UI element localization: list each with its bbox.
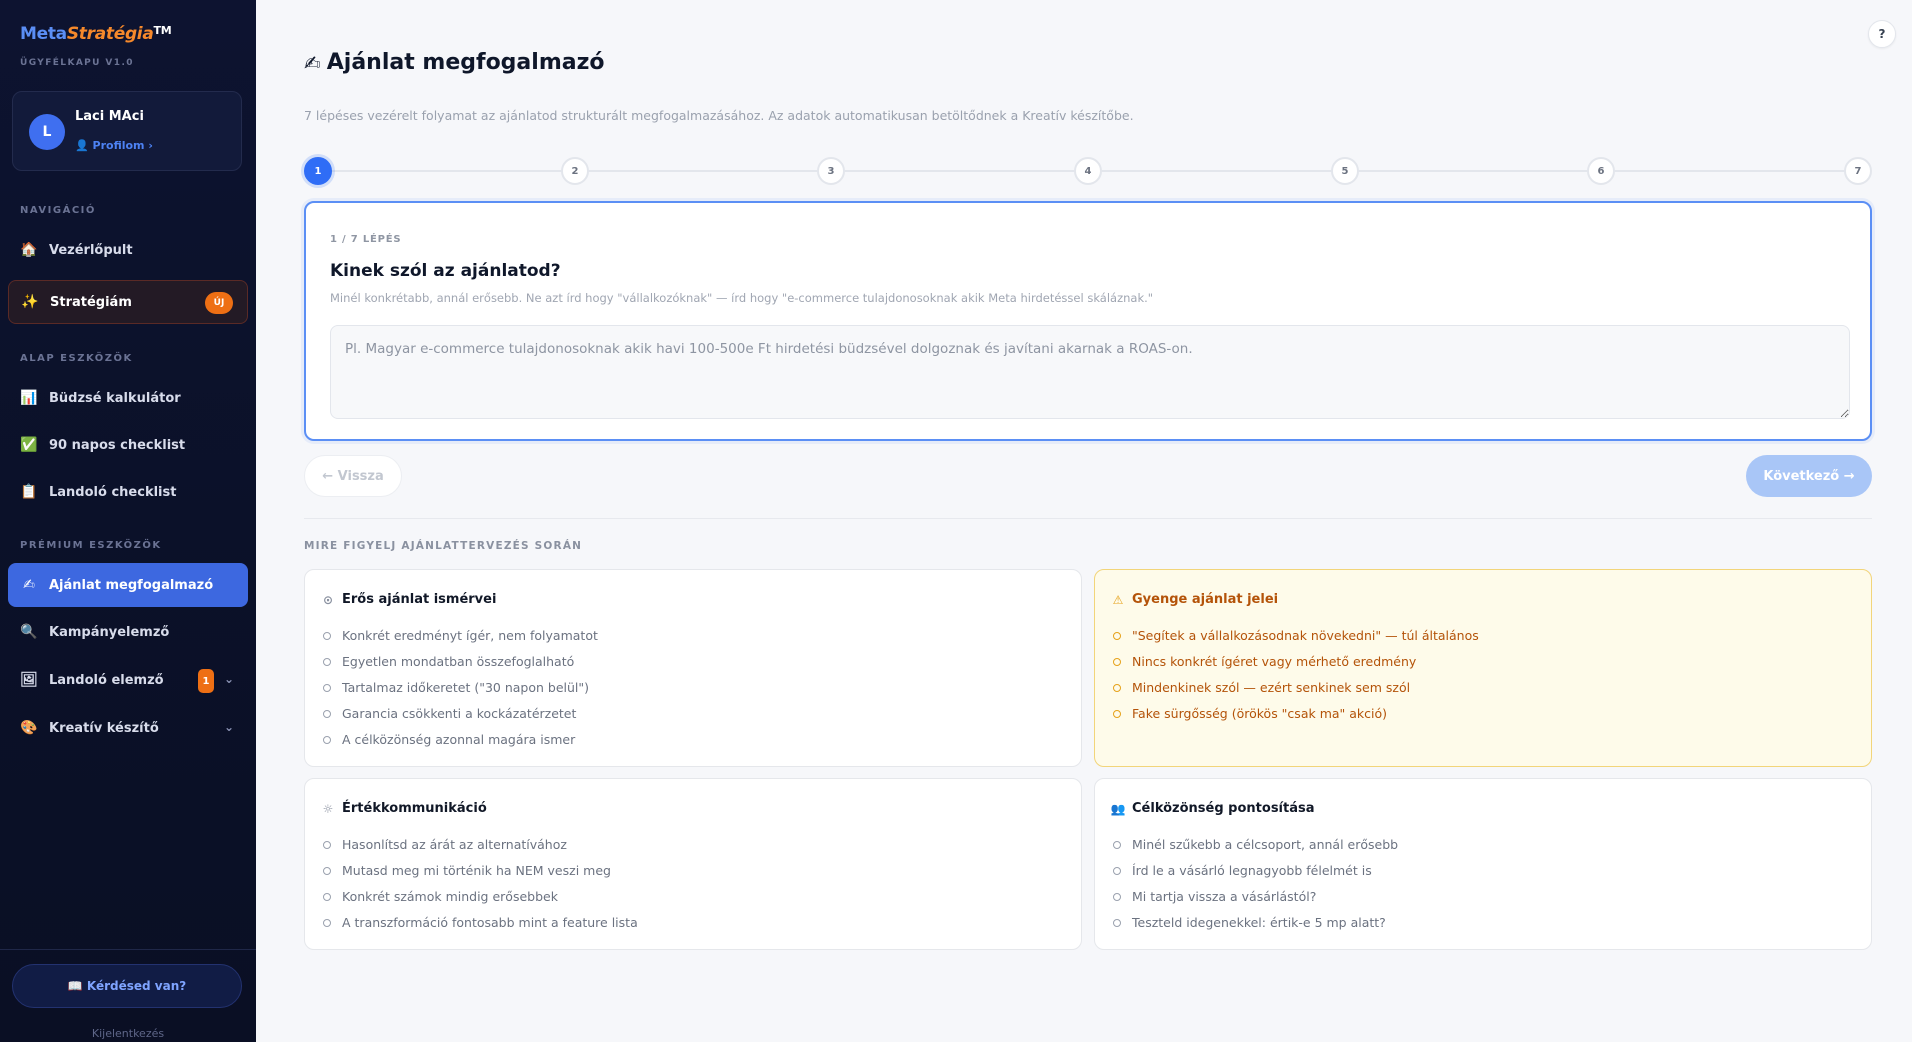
tip-card-audience: 👥 Célközönség pontosítása Minél szűkebb …	[1094, 778, 1872, 950]
list-item: Mi tartja vissza a vásárlástól?	[1113, 884, 1398, 910]
step-5[interactable]: 5	[1331, 157, 1359, 185]
main-content: ? ✍ Ajánlat megfogalmazó 7 lépéses vezér…	[256, 0, 1912, 1042]
tip-card-title: Célközönség pontosítása	[1132, 801, 1315, 816]
sidebar-item-landolo-checklist[interactable]: 📋 Landoló checklist	[8, 470, 248, 514]
sidebar-divider	[0, 949, 256, 950]
magnifier-icon: 🔍	[20, 624, 38, 640]
step-card: 1 / 7 LÉPÉS Kinek szól az ajánlatod? Min…	[304, 201, 1872, 441]
audience-textarea[interactable]	[330, 325, 1850, 419]
list-item: Hasonlítsd az árát az alternatívához	[323, 832, 638, 858]
tip-list: Konkrét eredményt ígér, nem folyamatot E…	[323, 623, 598, 753]
alap-section-label: ALAP ESZKÖZÖK	[20, 353, 133, 364]
stepper: 1 2 3 4 5 6 7	[304, 157, 1872, 185]
checkmark-icon: ✅	[20, 437, 38, 453]
writing-hand-icon: ✍	[304, 50, 321, 75]
tip-card-title: Gyenge ajánlat jelei	[1132, 592, 1279, 607]
picture-icon: 🖼	[20, 672, 38, 688]
list-item: Mindenkinek szól — ezért senkinek sem sz…	[1113, 675, 1479, 701]
sidebar-item-kreativ-keszito[interactable]: 🎨 Kreatív készítő ⌄	[8, 706, 248, 750]
user-card: L Laci MAci 👤 Profilom ›	[12, 91, 242, 171]
help-question-button[interactable]: 📖 Kérdésed van?	[12, 964, 242, 1008]
page-title: ✍ Ajánlat megfogalmazó	[304, 50, 605, 75]
list-item: Tartalmaz időkeretet ("30 napon belül")	[323, 675, 598, 701]
lightbulb-icon: ☼	[322, 801, 334, 816]
step-question: Kinek szól az ajánlatod?	[330, 261, 561, 281]
brand-logo[interactable]: MetaStratégiaTM	[20, 24, 172, 44]
step-2[interactable]: 2	[561, 157, 589, 185]
tip-card-title: Erős ajánlat ismérvei	[342, 592, 497, 607]
step-1[interactable]: 1	[304, 157, 332, 185]
count-badge: 1	[198, 669, 214, 693]
list-item: Teszteld idegenekkel: értik-e 5 mp alatt…	[1113, 910, 1398, 936]
check-circle-icon: ⊙	[322, 592, 334, 607]
list-item: Mutasd meg mi történik ha NEM veszi meg	[323, 858, 638, 884]
warning-icon: ⚠	[1112, 592, 1124, 607]
sidebar-item-90-napos-checklist[interactable]: ✅ 90 napos checklist	[8, 423, 248, 467]
sidebar-item-budzse-kalkulator[interactable]: 📊 Büdzsé kalkulátor	[8, 376, 248, 420]
nav-section-label: NAVIGÁCIÓ	[20, 205, 96, 216]
chevron-down-icon[interactable]: ⌄	[224, 672, 234, 686]
section-divider	[304, 518, 1872, 519]
list-item: A transzformáció fontosabb mint a featur…	[323, 910, 638, 936]
sidebar: MetaStratégiaTM ÜGYFÉLKAPU V1.0 L Laci M…	[0, 0, 256, 1042]
step-counter: 1 / 7 LÉPÉS	[330, 234, 402, 245]
list-item: "Segítek a vállalkozásodnak növekedni" —…	[1113, 623, 1479, 649]
tip-card-value-communication: ☼ Értékkommunikáció Hasonlítsd az árát a…	[304, 778, 1082, 950]
brand-subtitle: ÜGYFÉLKAPU V1.0	[20, 58, 134, 68]
sidebar-item-landolo-elemzo[interactable]: 🖼 Landoló elemző 1 ⌄	[8, 658, 248, 702]
tip-card-title: Értékkommunikáció	[342, 801, 487, 816]
tip-list: Minél szűkebb a célcsoport, annál erőseb…	[1113, 832, 1398, 936]
step-6[interactable]: 6	[1587, 157, 1615, 185]
home-icon: 🏠	[20, 242, 38, 258]
writing-hand-icon: ✍	[23, 577, 35, 593]
sidebar-item-kampanyelemzo[interactable]: 🔍 Kampányelemző	[8, 610, 248, 654]
list-item: Garancia csökkenti a kockázatérzetet	[323, 701, 598, 727]
list-item: Fake sürgősség (örökös "csak ma" akció)	[1113, 701, 1479, 727]
step-hint: Minél konkrétabb, annál erősebb. Ne azt …	[330, 291, 1154, 305]
list-item: A célközönség azonnal magára ismer	[323, 727, 598, 753]
tip-list: "Segítek a vállalkozásodnak növekedni" —…	[1113, 623, 1479, 727]
chevron-down-icon[interactable]: ⌄	[224, 720, 234, 734]
tip-card-strong-offer: ⊙ Erős ajánlat ismérvei Konkrét eredmény…	[304, 569, 1082, 767]
sidebar-item-strategiam[interactable]: ✨ Stratégiám ÚJ	[8, 280, 248, 324]
users-icon: 👥	[1110, 801, 1126, 816]
user-name: Laci MAci	[75, 109, 144, 124]
sidebar-item-vezerlopult[interactable]: 🏠 Vezérlőpult	[8, 228, 248, 272]
sidebar-item-ajanlat-megfogalmazo[interactable]: ✍ Ajánlat megfogalmazó	[8, 563, 248, 607]
avatar: L	[29, 114, 65, 150]
chart-icon: 📊	[20, 390, 38, 406]
new-badge: ÚJ	[205, 292, 233, 314]
next-button[interactable]: Következő →	[1746, 455, 1872, 497]
page-subtitle: 7 lépéses vezérelt folyamat az ajánlatod…	[304, 108, 1134, 123]
list-item: Írd le a vásárló legnagyobb félelmét is	[1113, 858, 1398, 884]
clipboard-icon: 📋	[20, 484, 38, 500]
profile-link[interactable]: 👤 Profilom ›	[75, 139, 153, 152]
step-3[interactable]: 3	[817, 157, 845, 185]
logout-link[interactable]: Kijelentkezés	[0, 1027, 256, 1040]
step-7[interactable]: 7	[1844, 157, 1872, 185]
sparkles-icon: ✨	[21, 294, 39, 310]
tip-list: Hasonlítsd az árát az alternatívához Mut…	[323, 832, 638, 936]
list-item: Egyetlen mondatban összefoglalható	[323, 649, 598, 675]
help-icon[interactable]: ?	[1868, 20, 1896, 48]
list-item: Konkrét eredményt ígér, nem folyamatot	[323, 623, 598, 649]
list-item: Minél szűkebb a célcsoport, annál erőseb…	[1113, 832, 1398, 858]
tip-card-weak-offer: ⚠ Gyenge ajánlat jelei "Segítek a vállal…	[1094, 569, 1872, 767]
step-4[interactable]: 4	[1074, 157, 1102, 185]
back-button[interactable]: ← Vissza	[304, 455, 402, 497]
list-item: Nincs konkrét ígéret vagy mérhető eredmé…	[1113, 649, 1479, 675]
palette-icon: 🎨	[20, 720, 38, 736]
tips-section-title: MIRE FIGYELJ AJÁNLATTERVEZÉS SORÁN	[304, 540, 583, 552]
premium-section-label: PRÉMIUM ESZKÖZÖK	[20, 540, 162, 551]
list-item: Konkrét számok mindig erősebbek	[323, 884, 638, 910]
